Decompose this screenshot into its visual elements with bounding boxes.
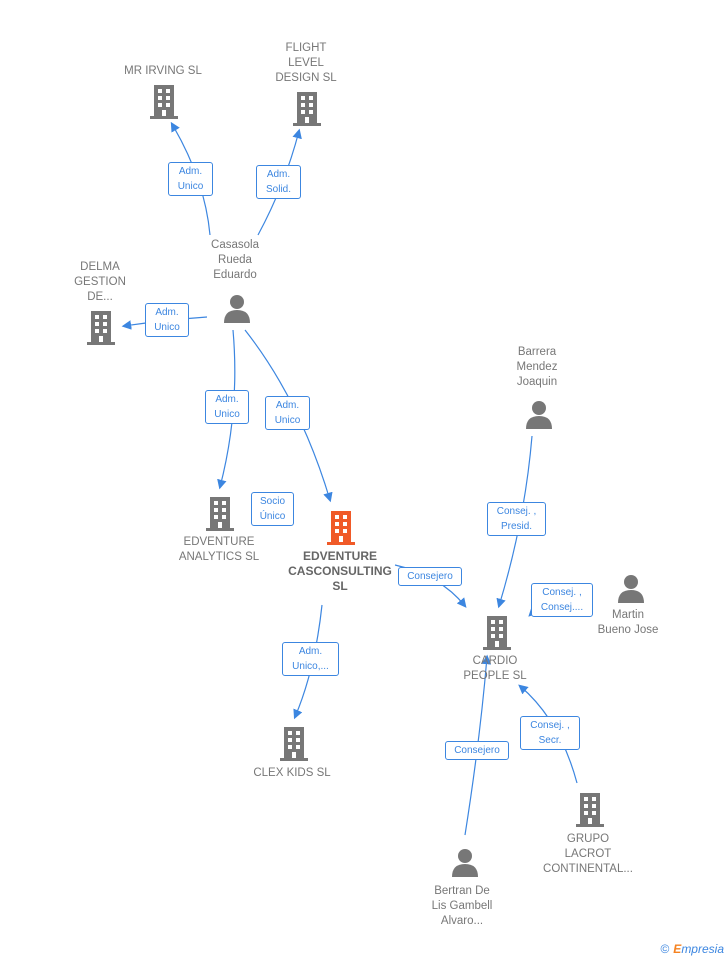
building-icon[interactable] [574,791,606,827]
relationship-diagram: MR IRVING SL FLIGHT LEVEL DESIGN SL Casa… [0,0,728,960]
relation-label: Consej. , Secr. [520,716,580,750]
relation-label: Adm. Unico [145,303,189,337]
brand-name: mpresia [681,942,724,956]
empresia-logo: © Empresia [660,942,724,956]
relation-label: Consej. , Presid. [487,502,546,536]
node-delma[interactable]: DELMA GESTION DE... [74,260,126,305]
relation-label: Consejero [398,567,462,586]
node-grupo-lacrot[interactable]: GRUPO LACROT CONTINENTAL... [543,832,633,877]
node-mr-irving[interactable]: MR IRVING SL [124,64,202,79]
node-bertran[interactable]: Bertran De Lis Gambell Alvaro... [432,884,493,929]
node-edventure-casconsulting[interactable]: EDVENTURE CASCONSULTING SL [288,549,392,594]
building-icon[interactable] [291,90,323,126]
node-martin[interactable]: Martin Bueno Jose [598,608,659,638]
node-edventure-analytics[interactable]: EDVENTURE ANALYTICS SL [179,535,259,565]
node-casasola[interactable]: Casasola Rueda Eduardo [211,238,259,283]
person-icon[interactable] [524,399,554,429]
relation-label: Adm. Unico [205,390,249,424]
copyright-symbol: © [660,942,670,956]
relation-label: Adm. Unico,... [282,642,339,676]
building-icon[interactable] [148,83,180,119]
building-icon-highlighted[interactable] [325,509,357,545]
relation-label: Consejero [445,741,509,760]
relation-label: Consej. , Consej.... [531,583,593,617]
edges-layer [121,121,593,836]
building-icon[interactable] [85,309,117,345]
person-icon[interactable] [222,293,252,323]
building-icon[interactable] [481,614,513,650]
relation-label: Socio Único [251,492,294,526]
building-icon[interactable] [278,725,310,761]
person-icon[interactable] [450,847,480,877]
relation-label: Adm. Solid. [256,165,301,199]
node-flight-level-design[interactable]: FLIGHT LEVEL DESIGN SL [275,41,336,86]
node-cardio-people[interactable]: CARDIO PEOPLE SL [463,654,526,684]
relation-label: Adm. Unico [265,396,310,430]
building-icon[interactable] [204,495,236,531]
person-icon[interactable] [616,573,646,603]
node-clex-kids[interactable]: CLEX KIDS SL [253,766,330,781]
relation-label: Adm. Unico [168,162,213,196]
node-barrera[interactable]: Barrera Mendez Joaquin [517,345,558,390]
